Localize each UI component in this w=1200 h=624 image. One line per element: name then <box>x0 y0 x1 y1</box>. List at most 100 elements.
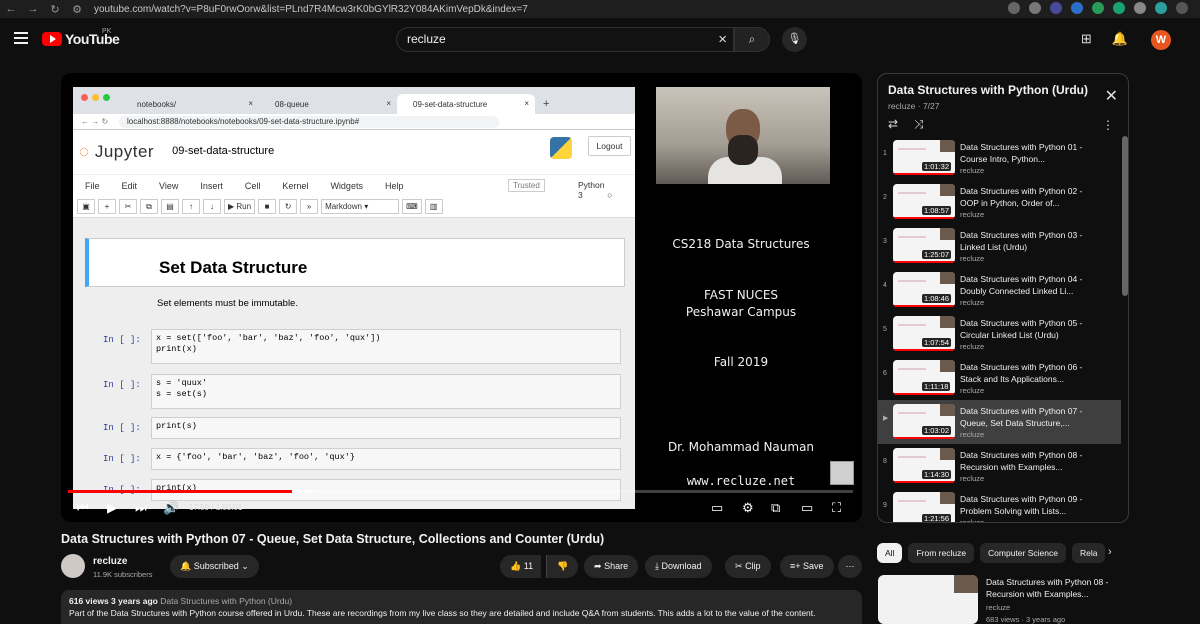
cut-icon: ✂ <box>119 199 137 214</box>
extension-icon[interactable] <box>1071 2 1083 14</box>
save-icon: ▣ <box>77 199 95 214</box>
account-avatar[interactable]: W <box>1151 30 1171 50</box>
fullscreen-icon[interactable]: ⛶ <box>832 500 841 516</box>
more-actions-button[interactable]: ⋯ <box>838 555 862 578</box>
download-button[interactable]: ⤓ Download <box>645 555 712 578</box>
clear-search-icon[interactable]: × <box>718 28 727 51</box>
close-icon[interactable]: ✕ <box>1105 86 1118 106</box>
chip-all[interactable]: All <box>877 543 903 563</box>
playlist-add-icon: ≡+ <box>790 561 801 571</box>
extension-icon[interactable] <box>1092 2 1104 14</box>
move-down-icon: ↓ <box>203 199 221 214</box>
subscriber-count: 11.9K subscribers <box>93 570 153 579</box>
browser-toolbar: ← → ↻ ⚙ youtube.com/watch?v=P8uF0rwOorw&… <box>0 0 1200 18</box>
previous-icon[interactable]: ⏮ <box>77 500 89 516</box>
scrollbar[interactable] <box>1122 136 1128 296</box>
loop-icon[interactable]: ⇄ <box>888 117 898 131</box>
playlist-item[interactable]: 8 1:14:30 Data Structures with Python 08 -… <box>878 444 1121 488</box>
duration-badge: 1:07:54 <box>922 338 952 347</box>
reload-icon[interactable]: ↻ <box>44 3 66 16</box>
channel-name[interactable]: recluze <box>93 556 127 567</box>
extension-icon[interactable] <box>1008 2 1020 14</box>
python-logo <box>550 137 572 159</box>
create-video-icon[interactable]: ⊞ <box>1081 31 1092 47</box>
playlist-title[interactable]: Data Structures with Python (Urdu) <box>888 83 1088 97</box>
volume-icon[interactable]: 🔊 <box>163 500 179 516</box>
shuffle-icon[interactable]: ⤨ <box>914 117 924 132</box>
instructor-webcam <box>656 87 830 184</box>
clip-button[interactable]: ✂ Clip <box>725 555 771 578</box>
playlist-item-title[interactable]: Data Structures with Python 02 - OOP in … <box>960 185 1090 209</box>
subtitles-icon[interactable]: ▭ <box>711 500 723 516</box>
playlist-item[interactable]: 4 1:08:46 Data Structures with Python 04 -… <box>878 268 1121 312</box>
playlist-item-title[interactable]: Data Structures with Python 07 - Queue, … <box>960 405 1090 429</box>
subscribed-button[interactable]: 🔔 Subscribed ⌄ <box>170 555 259 578</box>
jupyter-header: ◌ Jupyter 09-set-data-structure Logout <box>73 130 635 174</box>
channel-avatar[interactable] <box>61 554 85 578</box>
playlist-item-title[interactable]: Data Structures with Python 09 - Problem… <box>960 493 1090 517</box>
paste-icon: ▤ <box>161 199 179 214</box>
play-icon[interactable]: ▶ <box>107 500 117 516</box>
recommended-video[interactable]: Data Structures with Python 08 - Recursi… <box>878 575 1128 624</box>
hamburger-menu-icon[interactable] <box>14 32 28 47</box>
forward-icon[interactable]: → <box>22 3 44 15</box>
voice-search-icon[interactable]: 🎙 <box>782 27 807 52</box>
search-input[interactable]: recluze × <box>396 27 734 52</box>
chevron-right-icon[interactable]: › <box>1108 546 1112 558</box>
like-button[interactable]: 👍 11 <box>500 555 542 578</box>
playlist-item[interactable]: ▶ 1:03:02 Data Structures with Python 07 -… <box>878 400 1121 444</box>
miniplayer-icon[interactable]: ⧉ <box>771 500 780 516</box>
playlist-index: ▶ <box>883 415 889 422</box>
playlist-item-channel: recluze <box>960 210 985 219</box>
playlist-item-title[interactable]: Data Structures with Python 01 - Course … <box>960 141 1090 165</box>
site-info-icon[interactable]: ⚙ <box>66 3 88 16</box>
theater-mode-icon[interactable]: ▭ <box>801 500 813 516</box>
recommended-stats: 683 views · 3 years ago <box>986 615 1066 624</box>
bookmark-star-icon[interactable] <box>1029 2 1041 14</box>
progress-bar[interactable] <box>68 490 853 493</box>
back-icon[interactable]: ← <box>0 3 22 15</box>
extension-icon[interactable] <box>1050 2 1062 14</box>
progress-fill <box>68 490 292 493</box>
playlist-link[interactable]: Data Structures with Python (Urdu) <box>160 596 292 606</box>
lecture-panel: CS218 Data Structures FAST NUCES Peshawa… <box>641 73 862 522</box>
playlist-item[interactable]: 2 1:08:57 Data Structures with Python 02 -… <box>878 180 1121 224</box>
playlist-item-title[interactable]: Data Structures with Python 06 - Stack a… <box>960 361 1090 385</box>
more-options-icon[interactable]: ⋮ <box>1102 118 1114 132</box>
playlist-item-title[interactable]: Data Structures with Python 03 - Linked … <box>960 229 1090 253</box>
playlist-item-title[interactable]: Data Structures with Python 05 - Circula… <box>960 317 1090 341</box>
playlist-item[interactable]: 6 1:11:18 Data Structures with Python 06 -… <box>878 356 1121 400</box>
browser-menu-icon[interactable] <box>1176 2 1188 14</box>
playlist-index: 8 <box>883 458 887 465</box>
search-icon: ⌕ <box>748 32 756 46</box>
extension-icon[interactable] <box>1113 2 1125 14</box>
share-icon: ➦ <box>594 561 602 571</box>
address-bar[interactable]: youtube.com/watch?v=P8uF0rwOorw&list=PLn… <box>94 4 528 15</box>
search-button[interactable]: ⌕ <box>734 27 770 52</box>
share-button[interactable]: ➦ Share <box>584 555 639 578</box>
playlist-items: 1 1:01:32 Data Structures with Python 01 -… <box>878 136 1121 522</box>
playlist-item-title[interactable]: Data Structures with Python 08 - Recursi… <box>960 449 1090 473</box>
extension-icon[interactable] <box>1134 2 1146 14</box>
playlist-item[interactable]: 9 1:21:56 Data Structures with Python 09 -… <box>878 488 1121 522</box>
next-icon[interactable]: ⏭ <box>135 500 147 516</box>
profile-icon[interactable] <box>1155 2 1167 14</box>
video-player[interactable]: notebooks/× 08-queue × 09-set-data-struct… <box>61 73 862 522</box>
chip-related[interactable]: Rela <box>1071 543 1106 563</box>
dislike-button[interactable]: 👎 <box>546 555 579 578</box>
description-box[interactable]: 616 views 3 years ago Data Structures wi… <box>61 590 862 624</box>
chip-computer-science[interactable]: Computer Science <box>980 543 1066 563</box>
save-button[interactable]: ≡+ Save <box>780 555 834 578</box>
playlist-item[interactable]: 1 1:01:32 Data Structures with Python 01 -… <box>878 136 1121 180</box>
playlist-item-title[interactable]: Data Structures with Python 04 - Doubly … <box>960 273 1090 297</box>
settings-gear-icon[interactable]: ⚙ <box>742 500 754 516</box>
download-icon: ⤓ <box>655 561 659 571</box>
playlist-item-channel: recluze <box>960 342 985 351</box>
course-title: CS218 Data Structures <box>672 237 810 251</box>
playlist-item[interactable]: 3 1:25:07 Data Structures with Python 03 -… <box>878 224 1121 268</box>
video-thumbnail[interactable] <box>878 575 978 624</box>
youtube-logo[interactable]: YouTube PK <box>42 28 120 47</box>
playlist-item[interactable]: 5 1:07:54 Data Structures with Python 05 -… <box>878 312 1121 356</box>
chip-from-channel[interactable]: From recluze <box>908 543 975 563</box>
notifications-bell-icon[interactable]: 🔔 <box>1112 31 1128 47</box>
